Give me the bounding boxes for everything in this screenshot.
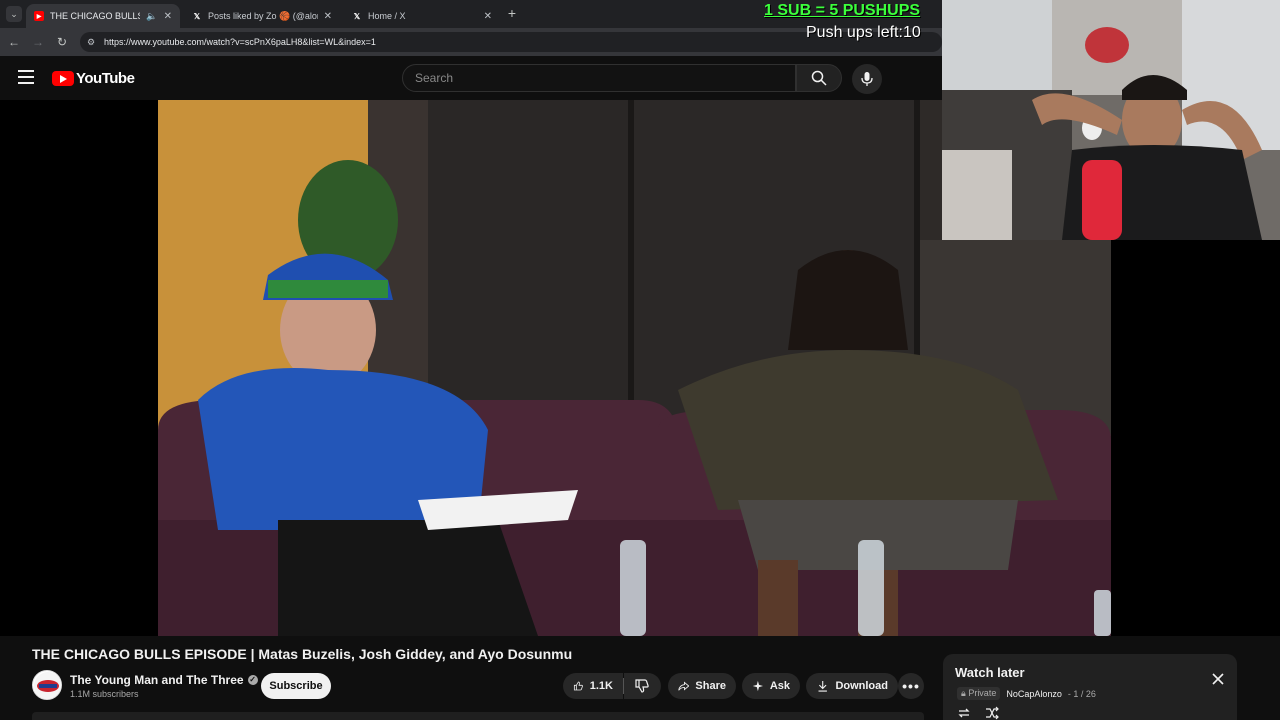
x-icon: 𝕏 [353, 11, 361, 21]
sparkle-icon [752, 680, 764, 692]
reload-icon[interactable]: ↻ [54, 34, 70, 50]
youtube-icon: ▶ [34, 11, 44, 21]
channel-avatar[interactable] [32, 670, 62, 700]
tab-title: Home / X [368, 11, 406, 21]
pushups-left-counter: Push ups left:10 [806, 24, 921, 41]
close-icon[interactable] [1211, 672, 1225, 686]
description-box-edge[interactable] [32, 712, 924, 720]
watch-later-playlist-panel: Watch later 🔒︎ Private NoCapAlonzo - 1 /… [943, 654, 1237, 720]
privacy-badge: 🔒︎ Private [957, 687, 1001, 700]
like-button[interactable]: 1.1K [563, 673, 623, 699]
lock-icon: 🔒︎ [961, 688, 966, 698]
subscribe-button[interactable]: Subscribe [261, 673, 331, 699]
webcam-overlay [942, 0, 1280, 240]
hamburger-menu-icon[interactable] [18, 70, 34, 84]
video-title: THE CHICAGO BULLS EPISODE | Matas Buzeli… [32, 646, 573, 662]
sub-pushups-banner: 1 SUB = 5 PUSHUPS [764, 2, 921, 19]
search-button[interactable] [796, 64, 842, 92]
more-horizontal-icon: ••• [902, 678, 920, 694]
download-icon [818, 680, 827, 692]
share-label: Share [695, 680, 726, 692]
verified-icon: ✓ [247, 675, 258, 685]
subscriber-count: 1.1M subscribers [70, 689, 139, 699]
youtube-logo[interactable]: YouTube [52, 70, 135, 87]
playlist-position: - 1 / 26 [1067, 688, 1096, 699]
playlist-owner[interactable]: NoCapAlonzo [1006, 689, 1062, 699]
tab-title: THE CHICAGO BULLS EPISO [50, 11, 140, 21]
search-icon [811, 70, 827, 86]
download-label: Download [835, 680, 888, 692]
tab-title: Posts liked by Zo 🏀 (@alonzo [208, 10, 318, 21]
download-button[interactable]: Download [806, 673, 898, 699]
microphone-icon [861, 72, 873, 86]
speaker-icon[interactable]: 🔈 [146, 11, 157, 22]
channel-name-text: The Young Man and The Three [70, 673, 244, 687]
ask-button[interactable]: Ask [742, 673, 800, 699]
site-info-icon[interactable]: ⚙ [87, 37, 97, 47]
new-tab-button[interactable]: + [505, 5, 519, 21]
tab-x-home[interactable]: 𝕏 Home / X ✕ [344, 4, 500, 28]
search-placeholder: Search [415, 71, 454, 85]
dislike-button[interactable] [624, 673, 661, 699]
voice-search-button[interactable] [852, 64, 882, 94]
more-actions-button[interactable]: ••• [898, 673, 924, 699]
youtube-play-icon [52, 71, 74, 86]
channel-logo-image [34, 672, 61, 699]
tab-x-likes[interactable]: 𝕏 Posts liked by Zo 🏀 (@alonzo ✕ [184, 4, 340, 28]
playlist-meta: 🔒︎ Private NoCapAlonzo - 1 / 26 [957, 687, 1096, 700]
thumbs-up-icon [573, 681, 583, 691]
search-input[interactable]: Search [402, 64, 796, 92]
logo-text: YouTube [76, 70, 135, 87]
forward-icon[interactable]: → [30, 34, 46, 50]
browser-address-bar: ← → ↻ ⚙ https://www.youtube.com/watch?v=… [0, 28, 942, 56]
tab-list-icon[interactable]: ⌄ [6, 6, 22, 22]
tab-close-icon[interactable]: ✕ [484, 11, 492, 22]
playlist-controls [957, 706, 999, 720]
share-arrow-icon [678, 681, 690, 691]
youtube-header: YouTube Search [0, 56, 942, 100]
webcam-image [942, 0, 1280, 240]
like-count: 1.1K [589, 680, 613, 692]
tab-youtube[interactable]: ▶ THE CHICAGO BULLS EPISO 🔈 ✕ [26, 4, 180, 28]
playlist-title[interactable]: Watch later [955, 665, 1025, 680]
url-text: https://www.youtube.com/watch?v=scPnX6pa… [104, 37, 376, 47]
ask-label: Ask [769, 680, 790, 692]
x-icon: 𝕏 [193, 11, 201, 21]
back-icon[interactable]: ← [6, 34, 22, 50]
share-button[interactable]: Share [668, 673, 736, 699]
channel-name[interactable]: The Young Man and The Three ✓ [70, 673, 258, 687]
privacy-label: Private [968, 688, 997, 698]
shuffle-icon[interactable] [985, 706, 999, 720]
tab-close-icon[interactable]: ✕ [164, 11, 172, 22]
loop-icon[interactable] [957, 706, 971, 720]
thumbs-down-icon [635, 679, 649, 693]
tab-close-icon[interactable]: ✕ [324, 11, 332, 22]
